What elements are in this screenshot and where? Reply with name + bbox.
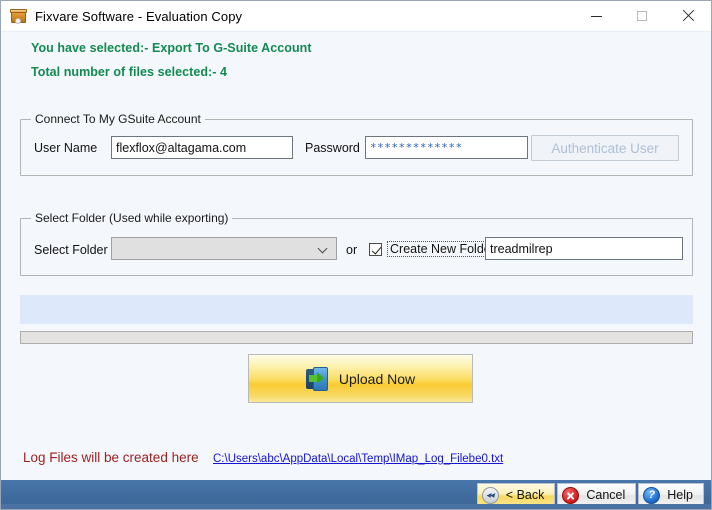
rewind-icon <box>481 486 499 504</box>
selection-banner: You have selected:- Export To G-Suite Ac… <box>31 41 312 89</box>
username-label: User Name <box>34 141 98 155</box>
back-button-label: < Back <box>505 488 545 502</box>
application-window: Fixvare Software - Evaluation Copy You h… <box>0 0 712 510</box>
help-button-label: Help <box>667 488 693 502</box>
export-arrow-icon <box>305 366 330 391</box>
minimize-icon[interactable] <box>573 1 619 32</box>
password-input[interactable] <box>365 136 528 159</box>
progress-bar <box>20 331 693 344</box>
log-file-path-link[interactable]: C:\Users\abc\AppData\Local\Temp\IMap_Log… <box>213 453 503 465</box>
log-files-label: Log Files will be created here <box>23 450 199 465</box>
folder-group-title: Select Folder (Used while exporting) <box>31 211 233 225</box>
password-label: Password <box>305 141 360 155</box>
software-box-icon <box>10 8 27 25</box>
maximize-icon[interactable] <box>619 1 665 32</box>
cancel-circle-icon <box>562 486 580 504</box>
select-folder-group: Select Folder (Used while exporting) Sel… <box>20 211 693 276</box>
upload-now-button[interactable]: Upload Now <box>248 354 473 403</box>
or-label: or <box>346 243 358 257</box>
authenticate-user-button[interactable]: Authenticate User <box>531 135 679 161</box>
window-title: Fixvare Software - Evaluation Copy <box>35 8 243 24</box>
close-icon[interactable] <box>665 1 711 32</box>
selected-files-count-text: Total number of files selected:- 4 <box>31 65 227 79</box>
create-new-folder-label: Create New Folder <box>387 241 498 257</box>
selected-export-text: You have selected:- Export To G-Suite Ac… <box>31 41 312 55</box>
cancel-button-label: Cancel <box>586 488 626 502</box>
chevron-down-icon <box>319 244 328 253</box>
footer-bar: < Back Cancel ? Help <box>1 480 711 509</box>
connect-account-group: Connect To My GSuite Account User Name P… <box>20 112 693 176</box>
new-folder-name-input[interactable] <box>485 237 683 260</box>
help-circle-icon: ? <box>643 486 661 504</box>
username-input[interactable] <box>111 136 293 159</box>
status-list-panel <box>20 295 693 324</box>
window-controls <box>573 1 711 32</box>
connect-group-title: Connect To My GSuite Account <box>31 112 205 126</box>
title-bar: Fixvare Software - Evaluation Copy <box>1 1 711 32</box>
create-new-folder-checkbox-wrap[interactable]: Create New Folder <box>369 241 498 257</box>
select-folder-label: Select Folder <box>34 243 108 257</box>
folder-dropdown[interactable] <box>111 237 337 260</box>
footer-overflow-strip <box>1 504 711 509</box>
create-new-folder-checkbox[interactable] <box>369 242 382 256</box>
upload-now-label: Upload Now <box>338 370 416 387</box>
dialog-body: You have selected:- Export To G-Suite Ac… <box>1 32 711 480</box>
